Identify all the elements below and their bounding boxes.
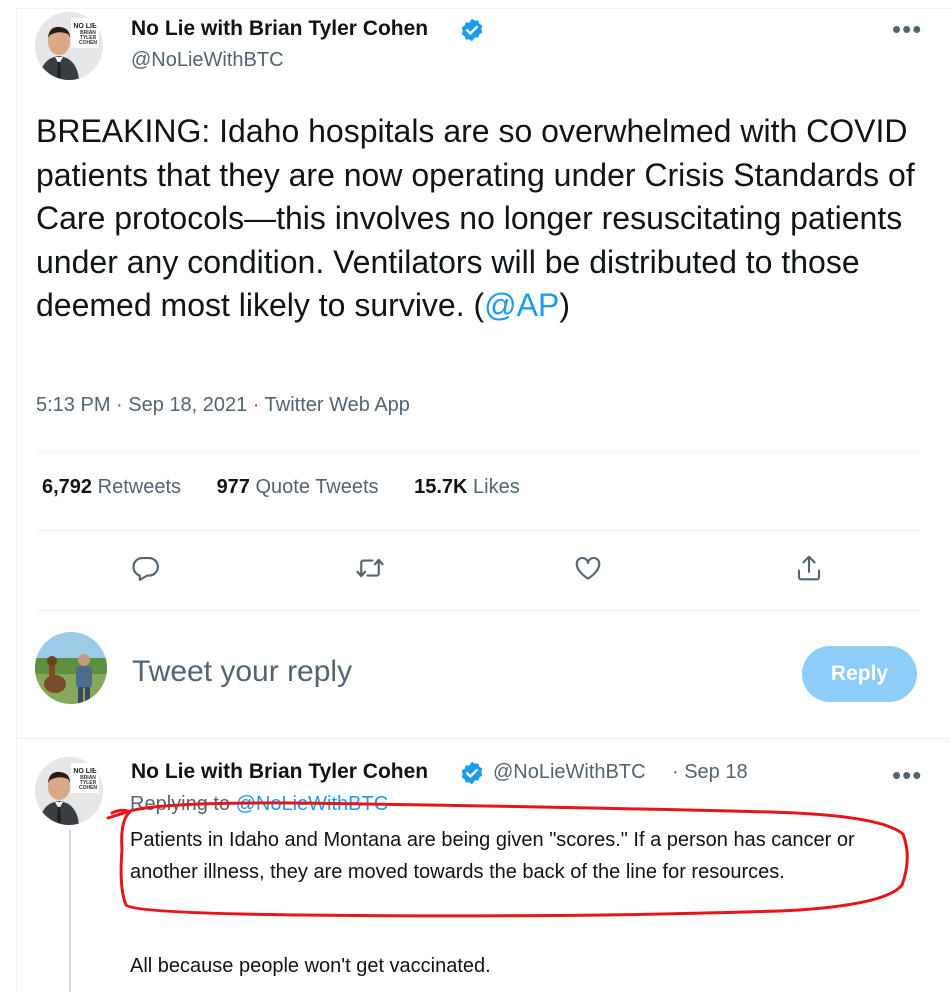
share-icon [797, 555, 821, 581]
svg-text:NO LIE: NO LIE [73, 768, 97, 775]
thread-line [69, 830, 71, 992]
reply-author-avatar[interactable]: NO LIE BRIAN TYLER COHEN [35, 757, 103, 825]
tweet-text: BREAKING: Idaho hospitals are so overwhe… [36, 113, 915, 323]
svg-text:COHEN: COHEN [79, 40, 97, 46]
reply-author-handle[interactable]: @NoLieWithBTC [493, 761, 646, 784]
likes-stat[interactable]: 15.7K Likes [414, 476, 520, 498]
heart-icon [575, 556, 601, 580]
replying-to-handle[interactable]: @NoLieWithBTC [236, 793, 389, 815]
reply-author-avatar-image: NO LIE BRIAN TYLER COHEN [35, 757, 103, 825]
reply-action[interactable] [128, 550, 164, 586]
svg-text:COHEN: COHEN [79, 785, 97, 791]
author-name[interactable]: No Lie with Brian Tyler Cohen [131, 17, 428, 41]
share-action[interactable] [791, 550, 827, 586]
divider [36, 530, 920, 531]
quotes-stat[interactable]: 977 Quote Tweets [217, 476, 379, 498]
reply-button[interactable]: Reply [802, 646, 917, 702]
more-options-icon[interactable]: ••• [892, 16, 922, 42]
svg-text:NO LIE: NO LIE [73, 23, 97, 30]
verified-badge-icon [461, 761, 483, 785]
user-avatar-image [35, 632, 107, 704]
divider [16, 738, 950, 739]
retweet-icon [356, 558, 384, 578]
reply-more-options-icon[interactable]: ••• [892, 762, 922, 788]
author-avatar-image: NO LIE BRIAN TYLER COHEN [35, 12, 103, 80]
reply-text-paragraph-1: Patients in Idaho and Montana are being … [130, 829, 855, 883]
mention-link[interactable]: @AP [484, 287, 559, 323]
like-action[interactable] [570, 550, 606, 586]
engagement-stats: 6,792 Retweets 977 Quote Tweets 15.7K Li… [42, 476, 550, 499]
reply-icon [132, 556, 159, 581]
reply-input[interactable]: Tweet your reply [132, 655, 352, 689]
reply-date[interactable]: · Sep 18 [672, 761, 748, 784]
verified-badge-icon [461, 18, 483, 42]
reply-text-paragraph-2: All because people won't get vaccinated. [130, 955, 491, 977]
author-avatar[interactable]: NO LIE BRIAN TYLER COHEN [35, 12, 103, 80]
retweets-stat[interactable]: 6,792 Retweets [42, 476, 181, 498]
author-handle[interactable]: @NoLieWithBTC [131, 49, 284, 72]
tweet-timestamp[interactable]: 5:13 PM · Sep 18, 2021 · Twitter Web App [36, 394, 410, 417]
divider [36, 610, 920, 611]
replying-to: Replying to @NoLieWithBTC [130, 793, 389, 815]
current-user-avatar[interactable] [35, 632, 107, 704]
divider [36, 452, 920, 453]
reply-author-name[interactable]: No Lie with Brian Tyler Cohen [131, 760, 428, 784]
retweet-action[interactable] [352, 550, 388, 586]
